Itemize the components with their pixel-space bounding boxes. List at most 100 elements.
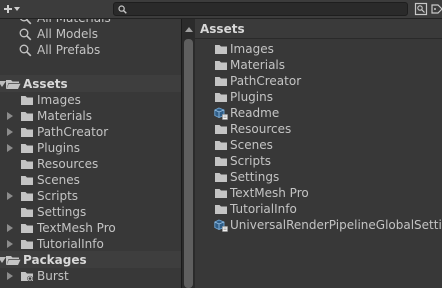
folder-icon bbox=[214, 187, 228, 199]
asset-label: TutorialInfo bbox=[230, 202, 297, 216]
folder-icon bbox=[214, 43, 228, 55]
tree-package-burst[interactable]: Burst bbox=[0, 268, 181, 284]
expand-arrow-icon[interactable] bbox=[7, 192, 13, 200]
favorite-all-materials[interactable]: All Materials bbox=[0, 19, 181, 26]
tree-folder-images[interactable]: Images bbox=[0, 92, 181, 108]
asset-label: Scripts bbox=[230, 154, 272, 168]
favorite-all-models[interactable]: All Models bbox=[0, 26, 181, 42]
tree-folder-scripts[interactable]: Scripts bbox=[0, 188, 181, 204]
asset-label: Plugins bbox=[230, 90, 273, 104]
asset-folder-scripts[interactable]: Scripts bbox=[195, 153, 442, 169]
tree-folder-label: Scenes bbox=[37, 173, 80, 187]
tree-folder-label: Scripts bbox=[37, 189, 79, 203]
scroll-up-arrow-icon[interactable] bbox=[185, 27, 193, 32]
tree-scrollbar[interactable] bbox=[182, 19, 195, 288]
expand-arrow-icon[interactable] bbox=[7, 272, 13, 280]
project-toolbar bbox=[0, 0, 442, 19]
asset-folder-resources[interactable]: Resources bbox=[195, 121, 442, 137]
expand-arrow-icon[interactable] bbox=[7, 144, 13, 152]
folder-icon bbox=[214, 123, 228, 135]
folder-icon bbox=[214, 155, 228, 167]
filter-by-type-icon bbox=[414, 2, 428, 16]
folder-tree-panel: All MaterialsAll Models All Prefabs Assets… bbox=[0, 19, 181, 288]
tree-folder-materials[interactable]: Materials bbox=[0, 108, 181, 124]
asset-folder-scenes[interactable]: Scenes bbox=[195, 137, 442, 153]
asset-label: Images bbox=[230, 42, 274, 56]
expand-arrow-icon[interactable] bbox=[7, 224, 13, 232]
folder-icon bbox=[20, 158, 34, 170]
packages-root-label: Packages bbox=[23, 253, 87, 267]
favorite-label: All Models bbox=[37, 27, 98, 41]
tree-folder-scenes[interactable]: Scenes bbox=[0, 172, 181, 188]
folder-icon bbox=[20, 206, 34, 218]
search-by-type-button[interactable] bbox=[414, 2, 428, 16]
asset-folder-plugins[interactable]: Plugins bbox=[195, 89, 442, 105]
tree-folder-plugins[interactable]: Plugins bbox=[0, 140, 181, 156]
tree-folder-resources[interactable]: Resources bbox=[0, 156, 181, 172]
asset-label: Resources bbox=[230, 122, 292, 136]
favorite-label: All Materials bbox=[37, 19, 111, 26]
asset-file-readme[interactable]: Readme bbox=[195, 105, 442, 121]
folder-icon bbox=[214, 91, 228, 103]
folder-icon bbox=[20, 142, 34, 154]
asset-list-panel: Assets Images Materials PathCreator Plugins… bbox=[195, 19, 442, 288]
tree-folder-label: Plugins bbox=[37, 141, 80, 155]
tree-folder-label: Settings bbox=[37, 205, 87, 219]
tree-folder-pathcreator[interactable]: PathCreator bbox=[0, 124, 181, 140]
asset-folder-tutorialinfo[interactable]: TutorialInfo bbox=[195, 201, 442, 217]
asset-folder-pathcreator[interactable]: PathCreator bbox=[195, 73, 442, 89]
assets-root-label: Assets bbox=[23, 77, 68, 91]
expand-arrow-icon[interactable] bbox=[7, 240, 13, 248]
folder-icon bbox=[20, 222, 34, 234]
packages-root[interactable]: Packages bbox=[0, 252, 181, 268]
scrollbar-thumb[interactable] bbox=[184, 39, 193, 288]
favorite-label: All Prefabs bbox=[37, 43, 101, 57]
tree-folder-label: Resources bbox=[37, 157, 99, 171]
asset-label: Readme bbox=[230, 106, 280, 120]
breadcrumb-assets[interactable]: Assets bbox=[200, 21, 245, 37]
search-icon bbox=[19, 28, 32, 41]
asset-folder-settings[interactable]: Settings bbox=[195, 169, 442, 185]
search-input[interactable] bbox=[128, 3, 398, 15]
plus-dropdown-icon bbox=[4, 5, 20, 13]
label-icon bbox=[431, 4, 442, 14]
folder-open-icon bbox=[5, 78, 21, 90]
asset-label: UniversalRenderPipelineGlobalSettings bbox=[230, 218, 442, 232]
expand-arrow-icon[interactable] bbox=[7, 128, 13, 136]
folder-icon bbox=[214, 139, 228, 151]
add-dropdown-button[interactable] bbox=[0, 0, 22, 18]
asset-folder-materials[interactable]: Materials bbox=[195, 57, 442, 73]
tree-folder-tutorialinfo[interactable]: TutorialInfo bbox=[0, 236, 181, 252]
folder-open-icon bbox=[5, 254, 21, 266]
asset-folder-textmesh-pro[interactable]: TextMesh Pro bbox=[195, 185, 442, 201]
search-field[interactable] bbox=[113, 2, 408, 16]
tree-folder-label: TextMesh Pro bbox=[37, 221, 116, 235]
search-by-label-button[interactable] bbox=[430, 2, 442, 16]
tree-folder-textmesh-pro[interactable]: TextMesh Pro bbox=[0, 220, 181, 236]
folder-icon bbox=[214, 59, 228, 71]
folder-icon bbox=[20, 110, 34, 122]
folder-icon bbox=[20, 174, 34, 186]
folder-icon bbox=[214, 171, 228, 183]
tree-folder-label: Images bbox=[37, 93, 81, 107]
asset-label: TextMesh Pro bbox=[230, 186, 309, 200]
folder-icon bbox=[20, 190, 34, 202]
tree-package-label: Burst bbox=[37, 269, 69, 283]
folder-icon bbox=[20, 238, 34, 250]
search-icon bbox=[19, 44, 32, 57]
search-icon bbox=[118, 5, 127, 14]
scriptable-asset-icon bbox=[214, 107, 228, 120]
expand-arrow-icon[interactable] bbox=[7, 112, 13, 120]
asset-file-universalrenderpipelineglobalsettings[interactable]: UniversalRenderPipelineGlobalSettings bbox=[195, 217, 442, 233]
tree-folder-label: TutorialInfo bbox=[37, 237, 104, 251]
asset-label: Scenes bbox=[230, 138, 273, 152]
folder-icon bbox=[214, 75, 228, 87]
assets-root[interactable]: Assets bbox=[0, 76, 181, 92]
folder-icon bbox=[214, 203, 228, 215]
asset-folder-images[interactable]: Images bbox=[195, 41, 442, 57]
scriptable-asset-icon bbox=[214, 219, 228, 232]
tree-folder-settings[interactable]: Settings bbox=[0, 204, 181, 220]
favorite-all-prefabs[interactable]: All Prefabs bbox=[0, 42, 181, 58]
breadcrumb-bar: Assets bbox=[195, 19, 442, 39]
tree-folder-label: Materials bbox=[37, 109, 93, 123]
